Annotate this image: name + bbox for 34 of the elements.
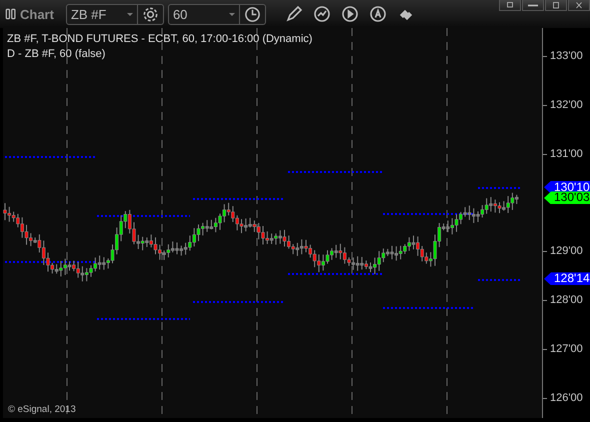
- pencil-icon: [284, 5, 303, 23]
- price-label: 131'00: [550, 148, 583, 160]
- price-label: 132'00: [550, 98, 583, 111]
- price-flag: 130'03: [544, 191, 590, 204]
- minimize-button[interactable]: [522, 0, 544, 11]
- caret-icon: [228, 12, 235, 16]
- price-flag: 128'14: [544, 272, 590, 286]
- price-label: 128'00: [550, 294, 583, 306]
- clock-icon: [244, 6, 261, 22]
- chart-legend-text: D - ZB #F, 60 (false): [7, 48, 106, 61]
- close-button[interactable]: [568, 0, 590, 11]
- line-chart-icon: [312, 5, 331, 23]
- settings-button[interactable]: [138, 4, 164, 24]
- price-label: 129'00: [550, 245, 583, 258]
- clock-button[interactable]: [240, 4, 266, 24]
- interval-dropdown[interactable]: 60: [168, 4, 240, 24]
- copyright-text: © eSignal, 2013: [7, 404, 76, 417]
- caret-icon: [126, 12, 133, 16]
- menu-window-button[interactable]: [499, 0, 521, 11]
- maximize-icon: [550, 0, 562, 10]
- minimize-icon: [528, 4, 538, 6]
- window-menu-icon: [504, 0, 516, 10]
- play-icon: [340, 5, 359, 23]
- gear-icon: [142, 6, 159, 22]
- price-label: 133'00: [550, 50, 583, 62]
- price-label: 127'00: [550, 343, 583, 356]
- price-flag: 130'10: [544, 180, 590, 194]
- symbol-dropdown[interactable]: ZB #F: [66, 4, 138, 24]
- maximize-button[interactable]: [545, 0, 567, 11]
- close-icon: [573, 0, 585, 10]
- price-label: 126'00: [550, 392, 583, 404]
- window-title: Chart: [20, 6, 54, 22]
- letter-a-icon: [368, 5, 387, 23]
- chart-legend-text: ZB #F, T-BOND FUTURES - ECBT, 60, 17:00-16:00 (Dynamic): [7, 33, 314, 46]
